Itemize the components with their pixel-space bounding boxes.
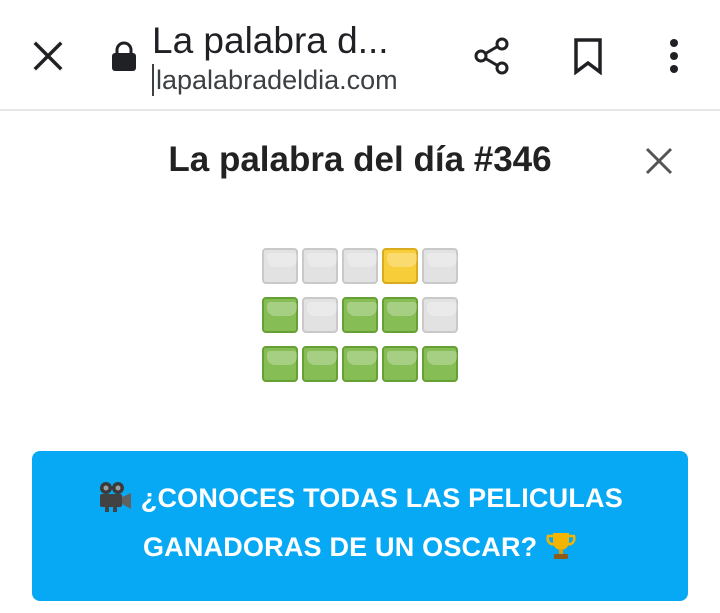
result-grid: [262, 248, 460, 395]
banner-line-2: GANADORAS DE UN OSCAR?: [142, 532, 538, 562]
close-icon: [33, 41, 63, 71]
tile-correct: [422, 346, 458, 382]
share-icon: [474, 37, 509, 75]
movie-camera-icon: [97, 481, 133, 526]
trophy-icon: [545, 530, 577, 575]
close-tab-button[interactable]: [22, 30, 74, 82]
banner-line-1: ¿CONOCES TODAS LAS PELICULAS: [140, 483, 623, 513]
more-vert-icon: [670, 39, 678, 73]
lock-icon: [112, 41, 136, 71]
tile-correct: [302, 346, 338, 382]
tile-absent: [302, 297, 338, 333]
tile-correct: [382, 346, 418, 382]
tile-correct: [262, 346, 298, 382]
grid-row: [262, 248, 460, 284]
bookmark-button[interactable]: [562, 30, 614, 82]
modal-title: La palabra del día #346: [168, 140, 552, 179]
tile-absent: [422, 297, 458, 333]
page-title-top: La palabra d...: [152, 20, 389, 61]
browser-toolbar: La palabra d... lapalabradeldia.com: [0, 0, 720, 111]
grid-row: [262, 346, 460, 382]
tile-correct: [342, 346, 378, 382]
bookmark-icon: [574, 38, 602, 75]
share-button[interactable]: [466, 30, 518, 82]
tile-present: [382, 248, 418, 284]
tile-absent: [262, 248, 298, 284]
tile-absent: [342, 248, 378, 284]
tile-correct: [262, 297, 298, 333]
tile-correct: [382, 297, 418, 333]
address-block[interactable]: La palabra d... lapalabradeldia.com: [152, 20, 442, 96]
oscar-quiz-banner[interactable]: ¿CONOCES TODAS LAS PELICULAS GANADORAS D…: [32, 451, 688, 601]
modal-close-button[interactable]: [636, 138, 682, 184]
page-url: lapalabradeldia.com: [152, 64, 442, 96]
tile-absent: [302, 248, 338, 284]
banner-text: ¿CONOCES TODAS LAS PELICULAS GANADORAS D…: [90, 477, 630, 575]
grid-row: [262, 297, 460, 333]
tile-correct: [342, 297, 378, 333]
more-options-button[interactable]: [650, 30, 698, 82]
tile-absent: [422, 248, 458, 284]
close-icon: [645, 147, 673, 175]
